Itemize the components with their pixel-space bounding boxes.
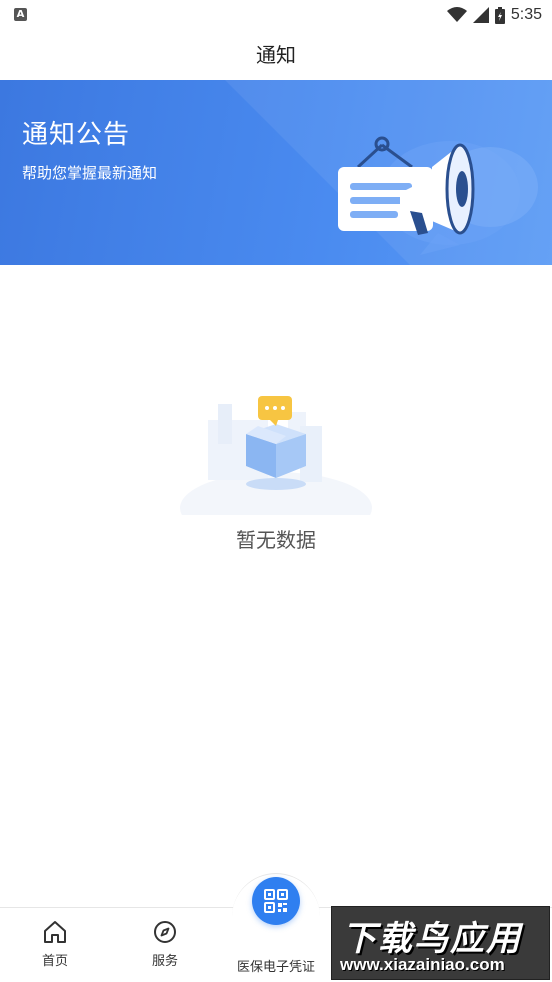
compass-icon xyxy=(154,921,176,943)
nav-home-label: 首页 xyxy=(41,954,68,969)
home-icon xyxy=(44,921,66,943)
nav-item-service[interactable]: 服务 xyxy=(140,920,190,969)
banner-title: 通知公告 xyxy=(22,120,131,150)
empty-message: 暂无数据 xyxy=(236,528,316,552)
status-bar: A 5:35 xyxy=(0,0,552,30)
status-time: 5:35 xyxy=(510,6,542,23)
notice-banner: 通知公告 帮助您掌握最新通知 xyxy=(0,80,552,265)
notification-app-icon: A xyxy=(14,8,27,21)
nav-service-label: 服务 xyxy=(151,954,178,969)
page-title: 通知 xyxy=(256,43,296,67)
banner-subtitle: 帮助您掌握最新通知 xyxy=(22,164,158,182)
battery-icon xyxy=(494,6,505,24)
signal-icon xyxy=(472,7,489,23)
megaphone-notice-illustration xyxy=(338,136,538,255)
status-indicators: 5:35 xyxy=(446,4,542,26)
watermark-logo: 下载鸟应用 www.xiazainiao.com xyxy=(331,906,550,980)
title-bar: 通知 xyxy=(0,30,552,80)
health-code-button[interactable] xyxy=(252,877,300,925)
wifi-icon xyxy=(446,7,467,22)
empty-box-illustration xyxy=(180,396,372,515)
watermark-url: www.xiazainiao.com xyxy=(340,955,505,974)
nav-item-home[interactable]: 首页 xyxy=(30,920,80,969)
nav-item-health-code-label[interactable]: 医保电子凭证 xyxy=(226,956,326,975)
qr-code-icon xyxy=(264,889,288,913)
watermark-title: 下载鸟应用 xyxy=(342,919,522,959)
